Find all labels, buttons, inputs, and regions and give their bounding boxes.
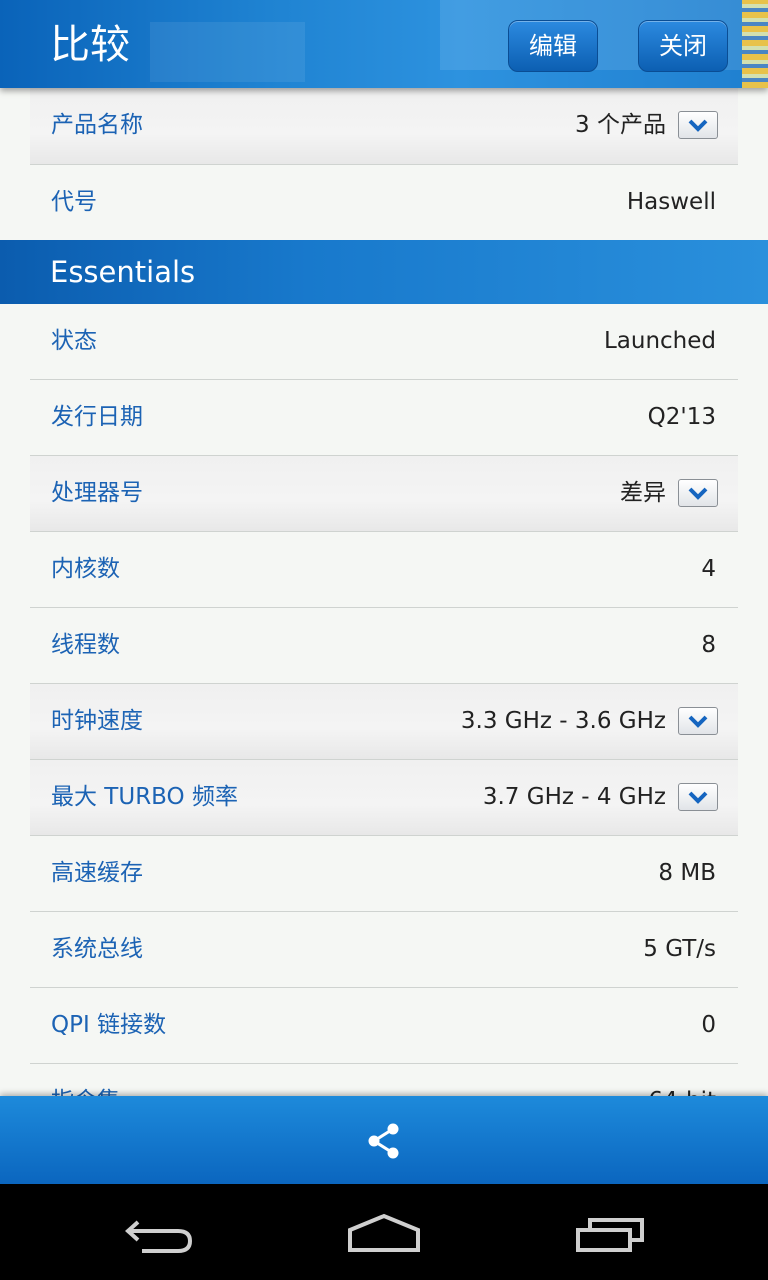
chevron-down-icon[interactable]	[678, 707, 718, 735]
spec-row-cores: 内核数 4	[30, 532, 738, 608]
page-title: 比较	[50, 22, 130, 68]
spec-value: 0	[701, 1012, 716, 1038]
spec-value: Q2'13	[647, 404, 716, 430]
spec-value: 差异	[620, 480, 666, 506]
spec-row-processor-number[interactable]: 处理器号 差异	[30, 456, 738, 532]
spec-label: 线程数	[51, 632, 120, 658]
spec-label: 状态	[51, 328, 97, 354]
comparison-list[interactable]: 产品名称 3 个产品 代号 Haswell Essentials 状态 Laun…	[0, 88, 768, 1096]
edit-button[interactable]: 编辑	[508, 20, 598, 72]
spec-label: QPI 链接数	[51, 1012, 167, 1038]
spec-row-instruction-set: 指令集 64-bit	[30, 1064, 738, 1096]
spec-label: 指令集	[51, 1064, 120, 1096]
spec-row-codename: 代号 Haswell	[30, 165, 738, 241]
spec-label: 产品名称	[51, 112, 143, 138]
close-button[interactable]: 关闭	[638, 20, 728, 72]
share-icon[interactable]	[366, 1122, 402, 1160]
chevron-down-icon[interactable]	[678, 783, 718, 811]
spec-row-threads: 线程数 8	[30, 608, 738, 684]
spec-row-cache: 高速缓存 8 MB	[30, 836, 738, 912]
chevron-down-icon[interactable]	[678, 111, 718, 139]
header-decoration	[150, 22, 305, 82]
spec-value: 5 GT/s	[643, 936, 716, 962]
spec-row-clock-speed[interactable]: 时钟速度 3.3 GHz - 3.6 GHz	[30, 684, 738, 760]
recents-icon[interactable]	[574, 1216, 646, 1254]
section-header-essentials: Essentials	[0, 240, 768, 304]
home-icon[interactable]	[346, 1212, 422, 1254]
spec-value: Launched	[603, 328, 716, 354]
spec-value: 3.7 GHz - 4 GHz	[482, 784, 666, 810]
spec-value: 8 MB	[658, 860, 716, 886]
spec-value: Haswell	[626, 189, 716, 215]
spec-label: 内核数	[51, 556, 120, 582]
spec-value: 4	[701, 556, 716, 582]
spec-label: 时钟速度	[51, 708, 143, 734]
spec-row-product-name[interactable]: 产品名称 3 个产品	[30, 88, 738, 165]
spec-row-status: 状态 Launched	[30, 304, 738, 380]
spec-row-bus-speed: 系统总线 5 GT/s	[30, 912, 738, 988]
spec-value: 3.3 GHz - 3.6 GHz	[460, 708, 666, 734]
app-header: 比较 编辑 关闭	[0, 0, 768, 88]
chevron-down-icon[interactable]	[678, 479, 718, 507]
spec-label: 代号	[51, 189, 97, 215]
spec-value: 64-bit	[648, 1064, 716, 1096]
spec-label: 系统总线	[51, 936, 143, 962]
spec-value: 8	[701, 632, 716, 658]
section-title: Essentials	[50, 255, 196, 289]
spec-row-max-turbo[interactable]: 最大 TURBO 频率 3.7 GHz - 4 GHz	[30, 760, 738, 836]
spec-label: 处理器号	[51, 480, 143, 506]
spec-value: 3 个产品	[575, 112, 666, 138]
spec-label: 发行日期	[51, 404, 143, 430]
spec-row-launch-date: 发行日期 Q2'13	[30, 380, 738, 456]
spec-label: 最大 TURBO 频率	[51, 784, 238, 810]
spec-label: 高速缓存	[51, 860, 143, 886]
header-chip-graphic	[742, 0, 768, 88]
spec-row-qpi-links: QPI 链接数 0	[30, 988, 738, 1064]
back-icon[interactable]	[124, 1214, 196, 1256]
